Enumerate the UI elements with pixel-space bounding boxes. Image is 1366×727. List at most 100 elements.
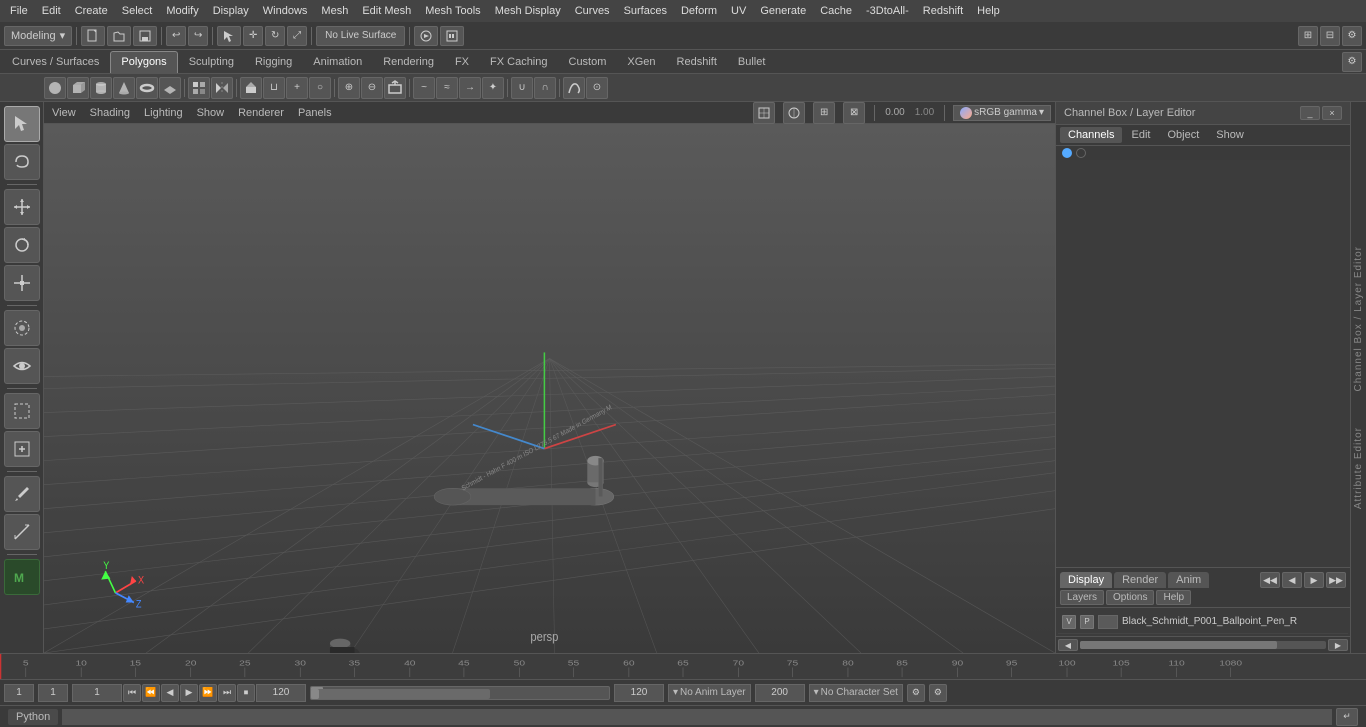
mirror-btn[interactable]	[211, 77, 233, 99]
cylinder-btn[interactable]	[90, 77, 112, 99]
menu-uv[interactable]: UV	[725, 3, 752, 19]
move-tool-btn[interactable]: ✛	[243, 26, 263, 46]
scale-tool-btn[interactable]: ⤢	[287, 26, 307, 46]
workspace-dropdown[interactable]: Modeling ▾	[4, 26, 72, 46]
lasso-tool[interactable]	[4, 144, 40, 180]
extrude-btn[interactable]	[240, 77, 262, 99]
ipr-btn[interactable]	[440, 26, 464, 46]
range-start-input[interactable]	[72, 684, 122, 702]
viewport-view-menu[interactable]: View	[48, 105, 80, 121]
menu-edit[interactable]: Edit	[36, 3, 67, 19]
layer-nav-3[interactable]: ▶	[1304, 572, 1324, 588]
channel-box-toggle[interactable]: ⊞	[1298, 26, 1318, 46]
move-tool[interactable]	[4, 189, 40, 225]
save-file-btn[interactable]	[133, 26, 157, 46]
python-submit-btn[interactable]: ↵	[1336, 708, 1358, 726]
marquee-tool[interactable]	[4, 393, 40, 429]
channels-tab[interactable]: Channels	[1060, 127, 1122, 143]
tab-xgen[interactable]: XGen	[617, 51, 665, 73]
sphere-btn[interactable]	[44, 77, 66, 99]
range-end-input[interactable]	[256, 684, 306, 702]
relax-btn[interactable]: ⊙	[586, 77, 608, 99]
options-menu[interactable]: Options	[1106, 590, 1154, 605]
char-set-dropdown[interactable]: ▾ No Character Set	[809, 684, 903, 702]
layer-nav-4[interactable]: ▶▶	[1326, 572, 1346, 588]
render-tab[interactable]: Render	[1114, 572, 1166, 588]
rotate-tool[interactable]	[4, 227, 40, 263]
menu-create[interactable]: Create	[69, 3, 114, 19]
menu-curves[interactable]: Curves	[569, 3, 616, 19]
anim-prefs-btn[interactable]: ⚙	[907, 684, 925, 702]
layer-color-swatch[interactable]	[1098, 615, 1118, 629]
range-end-2[interactable]	[755, 684, 805, 702]
subdiv-proxy-btn[interactable]	[188, 77, 210, 99]
layer-nav-2[interactable]: ◀	[1282, 572, 1302, 588]
redo-btn[interactable]: ↪	[188, 26, 208, 46]
frame-input-2[interactable]	[38, 684, 68, 702]
menu-help[interactable]: Help	[971, 3, 1006, 19]
viewport-show-menu[interactable]: Show	[193, 105, 229, 121]
viewport-renderer-menu[interactable]: Renderer	[234, 105, 288, 121]
tab-rendering[interactable]: Rendering	[373, 51, 444, 73]
tab-curves-surfaces[interactable]: Curves / Surfaces	[2, 51, 109, 73]
tab-polygons[interactable]: Polygons	[110, 51, 177, 73]
play-back-btn[interactable]: ◀	[161, 684, 179, 702]
timeline-slider[interactable]	[310, 686, 610, 700]
frame-input-1[interactable]	[4, 684, 34, 702]
tab-bullet[interactable]: Bullet	[728, 51, 776, 73]
transfer-attr-btn[interactable]: →	[459, 77, 481, 99]
layer-scroll-left[interactable]: ◀	[1058, 639, 1078, 651]
tab-fx-caching[interactable]: FX Caching	[480, 51, 557, 73]
tab-redshift[interactable]: Redshift	[667, 51, 727, 73]
tabs-settings-btn[interactable]: ⚙	[1342, 52, 1362, 72]
live-surface-btn[interactable]: No Live Surface	[316, 26, 405, 46]
add-select-tool[interactable]	[4, 431, 40, 467]
soft-select-tool[interactable]	[4, 310, 40, 346]
anim-layer-dropdown[interactable]: ▾ No Anim Layer	[668, 684, 751, 702]
menu-windows[interactable]: Windows	[257, 3, 314, 19]
menu-display[interactable]: Display	[207, 3, 255, 19]
booleans-btn[interactable]: ∪	[511, 77, 533, 99]
menu-3dtoall[interactable]: -3DtoAll-	[860, 3, 915, 19]
sculpt-btn[interactable]	[563, 77, 585, 99]
skip-to-end-btn[interactable]: ⏭	[218, 684, 236, 702]
layers-menu[interactable]: Layers	[1060, 590, 1104, 605]
tab-sculpting[interactable]: Sculpting	[179, 51, 244, 73]
viewport[interactable]: X Y Z	[44, 124, 1055, 653]
timeline-ruler[interactable]: 5 10 15 20 25 30 35 40 45 50 5	[0, 654, 1366, 679]
layer-scrollbar-track[interactable]	[1080, 641, 1326, 649]
append-btn[interactable]: +	[286, 77, 308, 99]
fill-hole-btn[interactable]: ○	[309, 77, 331, 99]
cone-btn[interactable]	[113, 77, 135, 99]
menu-surfaces[interactable]: Surfaces	[618, 3, 673, 19]
select-tool-btn[interactable]	[217, 26, 241, 46]
cbooleans-btn[interactable]: ∩	[534, 77, 556, 99]
show-tab[interactable]: Show	[1208, 127, 1252, 143]
attribute-editor-toggle[interactable]: ⊟	[1320, 26, 1340, 46]
render-btn[interactable]	[414, 26, 438, 46]
viewport-shading-menu[interactable]: Shading	[86, 105, 134, 121]
select-tool[interactable]	[4, 106, 40, 142]
combine-btn[interactable]: ⊕	[338, 77, 360, 99]
display-tab[interactable]: Display	[1060, 572, 1112, 588]
menu-edit-mesh[interactable]: Edit Mesh	[356, 3, 417, 19]
tool-settings-toggle[interactable]: ⚙	[1342, 26, 1362, 46]
menu-modify[interactable]: Modify	[160, 3, 204, 19]
vp-icon-2[interactable]	[783, 102, 805, 124]
tab-custom[interactable]: Custom	[559, 51, 617, 73]
scale-tool[interactable]	[4, 265, 40, 301]
menu-select[interactable]: Select	[116, 3, 159, 19]
tab-rigging[interactable]: Rigging	[245, 51, 302, 73]
menu-mesh-tools[interactable]: Mesh Tools	[419, 3, 486, 19]
vp-icon-3[interactable]: ⊞	[813, 102, 835, 124]
average-btn[interactable]: ≈	[436, 77, 458, 99]
menu-mesh-display[interactable]: Mesh Display	[489, 3, 567, 19]
menu-cache[interactable]: Cache	[814, 3, 858, 19]
layer-nav-1[interactable]: ◀◀	[1260, 572, 1280, 588]
anim-tab[interactable]: Anim	[1168, 572, 1209, 588]
cleanup-btn[interactable]: ✦	[482, 77, 504, 99]
rotate-tool-btn[interactable]: ↻	[265, 26, 285, 46]
layer-p-btn[interactable]: P	[1080, 615, 1094, 629]
stop-btn[interactable]: ⏹	[237, 684, 255, 702]
torus-btn[interactable]	[136, 77, 158, 99]
